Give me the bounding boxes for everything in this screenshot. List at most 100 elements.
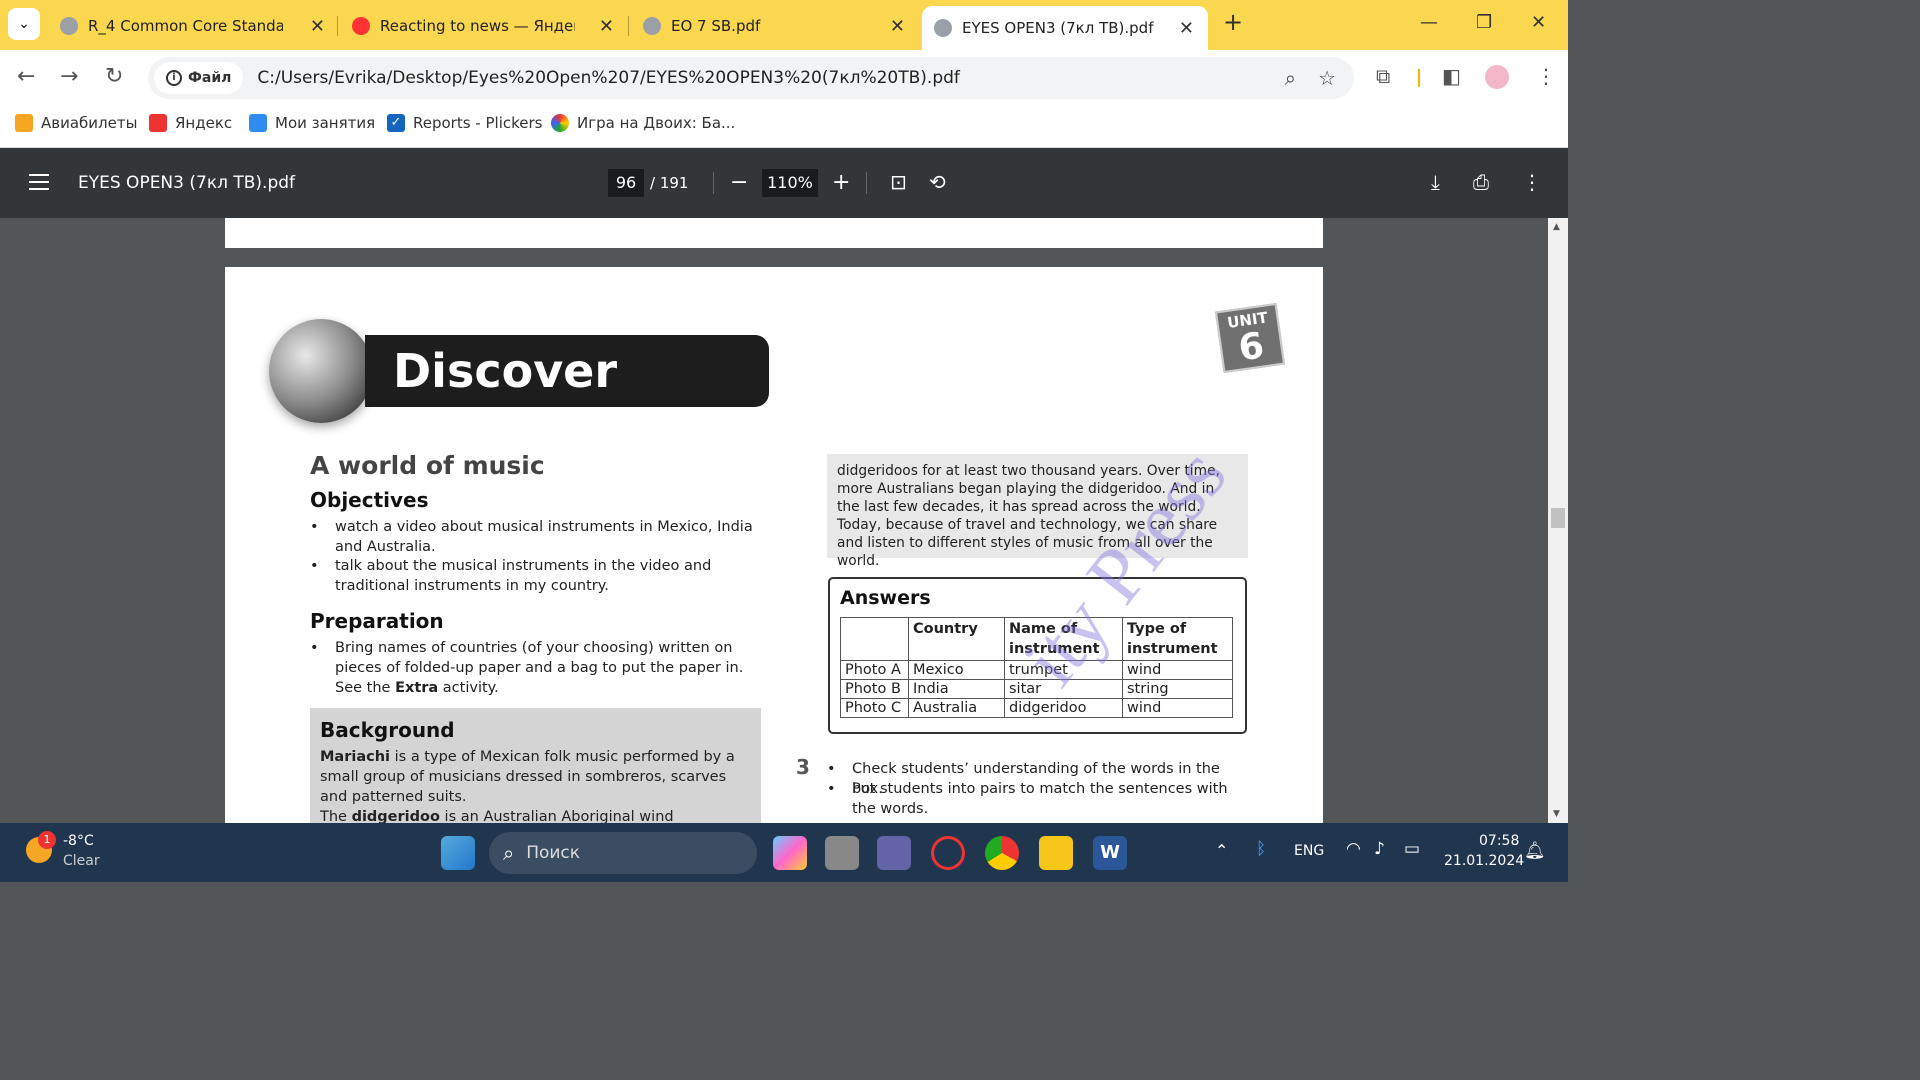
- back-icon[interactable]: ←: [17, 64, 35, 89]
- profile-avatar[interactable]: [1485, 65, 1509, 89]
- background-paragraph: The didgeridoo is an Australian Aborigin…: [320, 809, 674, 823]
- notification-badge: 1: [38, 831, 56, 849]
- unit-badge: UNIT 6: [1214, 302, 1286, 374]
- window-close-button[interactable]: ✕: [1531, 12, 1546, 33]
- bookmark-yandex[interactable]: Яндекс: [149, 114, 232, 132]
- chrome-icon[interactable]: [985, 836, 1019, 870]
- page-number-input[interactable]: 96: [608, 169, 644, 197]
- volume-icon[interactable]: ♪: [1374, 839, 1385, 859]
- scrollbar-thumb[interactable]: [1551, 508, 1565, 528]
- tab-close-button[interactable]: ✕: [310, 16, 325, 37]
- side-panel-icon[interactable]: ◧: [1442, 64, 1461, 88]
- url-text[interactable]: C:/Users/Evrika/Desktop/Eyes%20Open%207/…: [257, 68, 960, 88]
- yandex-icon: [149, 114, 167, 132]
- file-explorer-icon[interactable]: [1039, 836, 1073, 870]
- weather-desc[interactable]: Clear: [63, 853, 100, 869]
- exercise-item: Put students into pairs to match the sen…: [827, 779, 1252, 819]
- globe-image: [269, 319, 373, 423]
- scrollbar[interactable]: ▲ ▼: [1548, 218, 1568, 823]
- task-view-icon[interactable]: [825, 836, 859, 870]
- objective-item: talk about the musical instruments in th…: [310, 556, 755, 596]
- scroll-down-icon[interactable]: ▼: [1553, 809, 1560, 819]
- background-box: Background Mariachi is a type of Mexican…: [310, 708, 761, 823]
- background-paragraph: Mariachi is a type of Mexican folk music…: [320, 749, 735, 805]
- table-row: Photo B India sitar string: [840, 679, 1233, 699]
- tab-close-button[interactable]: ✕: [1179, 18, 1194, 39]
- bookmark-aviabilety[interactable]: Авиабилеты: [15, 114, 137, 132]
- preparation-title: Preparation: [310, 609, 444, 633]
- tab-eo7-sb[interactable]: EO 7 SB.pdf ✕: [643, 10, 905, 42]
- wifi-icon[interactable]: ◠: [1346, 839, 1361, 859]
- tab-close-button[interactable]: ✕: [890, 16, 905, 37]
- globe-icon: [643, 17, 661, 35]
- minimize-button[interactable]: —: [1420, 12, 1438, 33]
- pdf-filename: EYES OPEN3 (7кл TB).pdf: [78, 173, 296, 193]
- exercise-number: 3: [796, 755, 810, 779]
- zoom-input[interactable]: 110%: [762, 169, 818, 197]
- objectives-title: Objectives: [310, 488, 429, 512]
- zoom-in-icon[interactable]: +: [832, 170, 850, 195]
- table-row: Photo C Australia didgeridoo wind: [840, 698, 1233, 718]
- menu-hamburger-icon[interactable]: [29, 174, 49, 190]
- tab-yandex-news[interactable]: Reacting to news — Яндекс: на ✕: [352, 10, 614, 42]
- forward-icon[interactable]: →: [60, 64, 78, 89]
- search-icon: ⌕: [503, 841, 515, 865]
- new-tab-button[interactable]: +: [1223, 8, 1243, 36]
- taskbar: 1 -8°C Clear ⌕ Поиск W ⌃ ᛒ ENG ◠ ♪ ▭ 07:…: [0, 823, 1568, 882]
- download-icon[interactable]: ⤓: [1431, 170, 1440, 194]
- pdf-viewer[interactable]: Discover Culture UNIT 6 A world of music…: [0, 218, 1548, 823]
- globe-icon: [60, 17, 78, 35]
- pdf-page: Discover Culture UNIT 6 A world of music…: [225, 267, 1323, 823]
- site-info-chip[interactable]: i Файл: [154, 62, 244, 94]
- bookmark-moi-zanyatiya[interactable]: Мои занятия: [249, 114, 375, 132]
- tab-close-button[interactable]: ✕: [599, 16, 614, 37]
- clock-date[interactable]: 21.01.2024: [1444, 853, 1524, 869]
- yandex-icon: [352, 17, 370, 35]
- taskbar-search[interactable]: ⌕ Поиск: [489, 832, 757, 874]
- opera-icon[interactable]: [931, 836, 965, 870]
- teams-icon[interactable]: [877, 836, 911, 870]
- game-icon: [551, 114, 569, 132]
- bookmarks-bar: Авиабилеты Яндекс Мои занятия ✓ Reports -…: [0, 106, 1568, 148]
- browser-toolbar: ← → ↻ i Файл C:/Users/Evrika/Desktop/Eye…: [0, 50, 1568, 106]
- windows-start-icon[interactable]: [441, 836, 475, 870]
- info-icon: i: [166, 70, 182, 86]
- bookmark-igra[interactable]: Игра на Двоих: Ба...: [551, 114, 735, 132]
- more-options-icon[interactable]: ⋮: [1522, 170, 1542, 194]
- objective-item: watch a video about musical instruments …: [310, 517, 755, 557]
- page-total: / 191: [650, 174, 689, 192]
- section-heading: A world of music: [310, 451, 545, 480]
- scroll-up-icon[interactable]: ▲: [1553, 222, 1560, 232]
- tab-search-button[interactable]: ⌄: [8, 8, 40, 40]
- grid-icon: [249, 114, 267, 132]
- answers-title: Answers: [840, 587, 931, 609]
- reload-icon[interactable]: ↻: [105, 64, 123, 89]
- extensions-icon[interactable]: ⧉: [1376, 64, 1390, 88]
- tab-common-core[interactable]: R_4 Common Core Standards.p ✕: [60, 10, 325, 42]
- print-icon[interactable]: ⎙: [1473, 170, 1489, 194]
- plane-icon: [15, 114, 33, 132]
- weather-temp[interactable]: -8°C: [63, 833, 94, 849]
- language-indicator[interactable]: ENG: [1294, 843, 1324, 859]
- notifications-bell-icon[interactable]: 🔔︎: [1524, 841, 1546, 861]
- globe-icon: [934, 19, 952, 37]
- tab-strip: ⌄ R_4 Common Core Standards.p ✕ Reacting…: [0, 0, 1568, 50]
- copilot-icon[interactable]: [773, 836, 807, 870]
- show-hidden-icons[interactable]: ⌃: [1215, 841, 1228, 860]
- bookmark-star-icon[interactable]: ☆: [1318, 66, 1336, 90]
- word-icon[interactable]: W: [1093, 836, 1127, 870]
- checkbox-icon: ✓: [387, 114, 405, 132]
- address-bar[interactable]: i Файл C:/Users/Evrika/Desktop/Eyes%20Op…: [148, 57, 1354, 99]
- menu-icon[interactable]: ⋮: [1536, 64, 1556, 88]
- bookmark-plickers[interactable]: ✓ Reports - Plickers: [387, 114, 542, 132]
- pdf-toolbar: EYES OPEN3 (7кл TB).pdf 96 / 191 − 110% …: [0, 148, 1568, 218]
- bluetooth-icon[interactable]: ᛒ: [1256, 839, 1266, 859]
- rotate-icon[interactable]: ⟲: [929, 170, 946, 194]
- zoom-out-icon[interactable]: −: [730, 170, 748, 195]
- battery-icon[interactable]: ▭: [1404, 839, 1420, 859]
- restore-button[interactable]: ❐: [1476, 12, 1492, 33]
- zoom-icon[interactable]: ⌕: [1285, 66, 1296, 90]
- tab-eyes-open3[interactable]: EYES OPEN3 (7кл TB).pdf ✕: [922, 6, 1208, 50]
- fit-page-icon[interactable]: ⊡: [890, 170, 907, 194]
- clock-time[interactable]: 07:58: [1479, 833, 1519, 849]
